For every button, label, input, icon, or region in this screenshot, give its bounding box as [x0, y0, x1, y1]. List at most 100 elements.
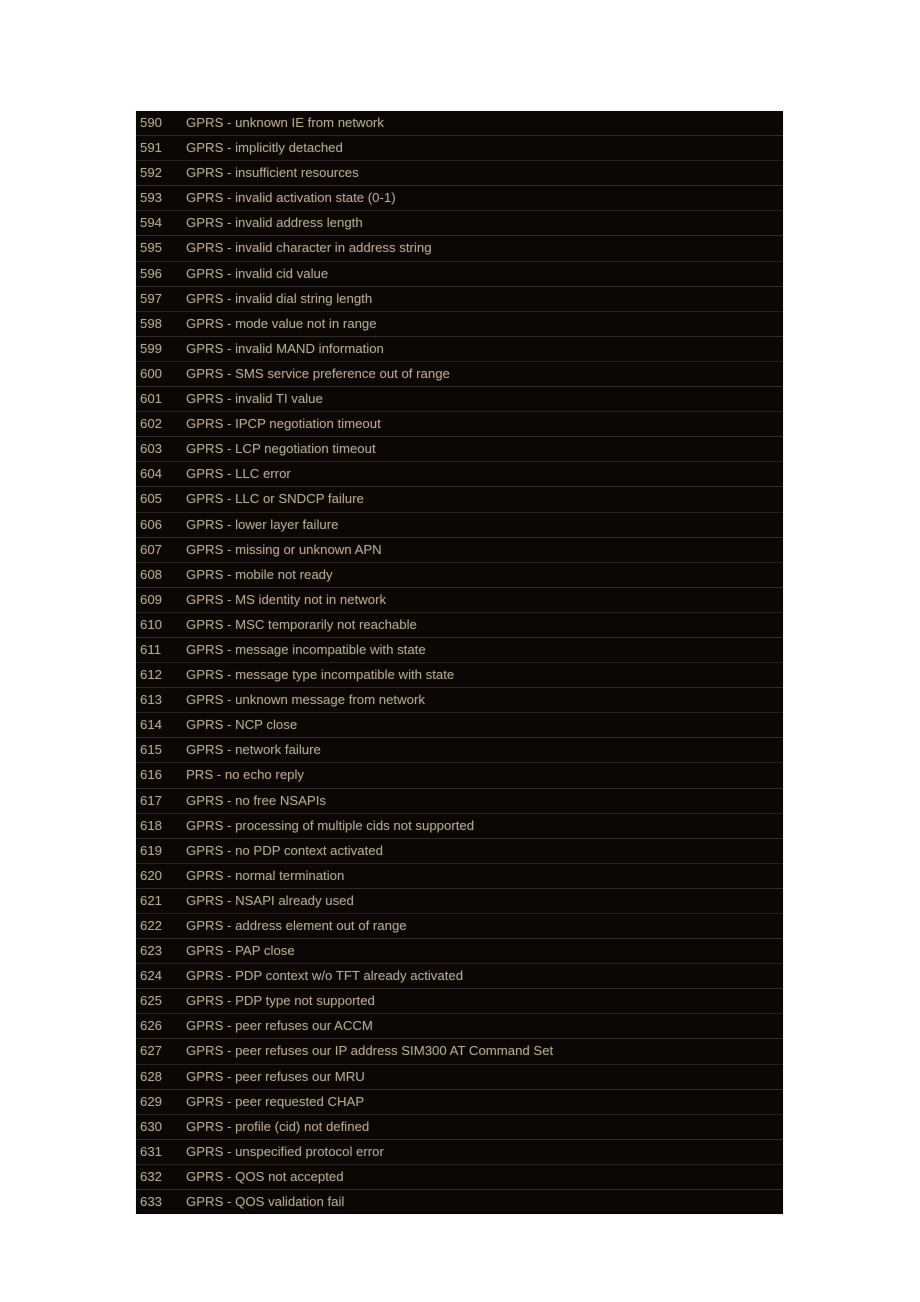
error-code-cell: 596 [136, 261, 176, 287]
error-description-cell: GPRS - invalid activation state (0-1) [176, 185, 783, 212]
table-row: 633 GPRS - QOS validation fail [136, 1189, 783, 1215]
error-description-cell: GPRS - IPCP negotiation timeout [176, 411, 783, 438]
table-row: 629 GPRS - peer requested CHAP [136, 1089, 783, 1115]
error-description-cell: GPRS - mode value not in range [176, 311, 783, 337]
table-row: 615 GPRS - network failure [136, 737, 783, 764]
table-row: 610 GPRS - MSC temporarily not reachable [136, 612, 783, 638]
error-description-cell: GPRS - LCP negotiation timeout [176, 436, 783, 463]
table-row: 600 GPRS - SMS service preference out of … [136, 361, 783, 388]
table-row: 596 GPRS - invalid cid value [136, 261, 783, 287]
table-row: 614 GPRS - NCP close [136, 712, 783, 739]
table-row: 622 GPRS - address element out of range [136, 913, 783, 940]
error-code-cell: 617 [136, 788, 176, 814]
table-row: 626 GPRS - peer refuses our ACCM [136, 1013, 783, 1040]
error-code-cell: 603 [136, 436, 176, 463]
error-code-cell: 623 [136, 938, 176, 965]
error-code-cell: 597 [136, 286, 176, 312]
error-code-cell: 601 [136, 386, 176, 413]
error-description-cell: GPRS - missing or unknown APN [176, 537, 783, 563]
error-code-cell: 615 [136, 737, 176, 764]
error-description-cell: GPRS - peer refuses our ACCM [176, 1013, 783, 1040]
error-description-cell: GPRS - implicitly detached [176, 135, 783, 162]
error-description-cell: PRS - no echo reply [176, 762, 783, 789]
error-code-table-element: 590 GPRS - unknown IE from network 591 GPRS… [136, 111, 783, 1215]
table-row: 621 GPRS - NSAPI already used [136, 888, 783, 915]
error-code-cell: 610 [136, 612, 176, 638]
error-code-cell: 594 [136, 210, 176, 237]
table-row: 594 GPRS - invalid address length [136, 210, 783, 237]
error-description-cell: GPRS - no PDP context activated [176, 838, 783, 864]
error-description-cell: GPRS - MSC temporarily not reachable [176, 612, 783, 638]
table-row: 619 GPRS - no PDP context activated [136, 838, 783, 864]
error-code-cell: 620 [136, 863, 176, 889]
error-description-cell: GPRS - peer requested CHAP [176, 1089, 783, 1115]
error-code-cell: 616 [136, 762, 176, 789]
error-description-cell: GPRS - SMS service preference out of ran… [176, 361, 783, 388]
error-description-cell: GPRS - message incompatible with state [176, 637, 783, 664]
table-row: 618 GPRS - processing of multiple cids no… [136, 813, 783, 839]
error-description-cell: GPRS - LLC or SNDCP failure [176, 486, 783, 513]
error-code-cell: 605 [136, 486, 176, 513]
table-row: 608 GPRS - mobile not ready [136, 562, 783, 588]
table-row: 609 GPRS - MS identity not in network [136, 587, 783, 613]
table-row: 599 GPRS - invalid MAND information [136, 336, 783, 362]
error-description-cell: GPRS - unspecified protocol error [176, 1139, 783, 1165]
error-description-cell: GPRS - PDP type not supported [176, 988, 783, 1015]
document-page: 590 GPRS - unknown IE from network 591 GPRS… [0, 0, 920, 1302]
table-row: 625 GPRS - PDP type not supported [136, 988, 783, 1015]
error-code-cell: 609 [136, 587, 176, 613]
table-row: 620 GPRS - normal termination [136, 863, 783, 889]
error-description-cell: GPRS - peer refuses our IP address SIM30… [176, 1038, 783, 1065]
error-code-cell: 621 [136, 888, 176, 915]
error-code-cell: 598 [136, 311, 176, 337]
error-description-cell: GPRS - mobile not ready [176, 562, 783, 588]
table-row: 630 GPRS - profile (cid) not defined [136, 1114, 783, 1140]
error-description-cell: GPRS - no free NSAPIs [176, 788, 783, 814]
error-description-cell: GPRS - NSAPI already used [176, 888, 783, 915]
error-description-cell: GPRS - lower layer failure [176, 512, 783, 538]
error-description-cell: GPRS - normal termination [176, 863, 783, 889]
error-code-cell: 622 [136, 913, 176, 940]
table-row: 623 GPRS - PAP close [136, 938, 783, 965]
error-code-cell: 595 [136, 235, 176, 262]
table-row: 628 GPRS - peer refuses our MRU [136, 1064, 783, 1090]
error-code-cell: 591 [136, 135, 176, 162]
table-row: 606 GPRS - lower layer failure [136, 512, 783, 538]
error-description-cell: GPRS - LLC error [176, 461, 783, 488]
error-code-cell: 604 [136, 461, 176, 488]
error-code-cell: 618 [136, 813, 176, 839]
error-code-cell: 607 [136, 537, 176, 563]
table-row: 611 GPRS - message incompatible with stat… [136, 637, 783, 664]
error-code-cell: 631 [136, 1139, 176, 1165]
error-code-cell: 602 [136, 411, 176, 438]
table-row: 592 GPRS - insufficient resources [136, 160, 783, 187]
error-code-cell: 628 [136, 1064, 176, 1090]
error-description-cell: GPRS - QOS validation fail [176, 1189, 783, 1215]
error-description-cell: GPRS - invalid dial string length [176, 286, 783, 312]
error-code-cell: 630 [136, 1114, 176, 1140]
table-row: 603 GPRS - LCP negotiation timeout [136, 436, 783, 463]
error-code-cell: 629 [136, 1089, 176, 1115]
table-row: 617 GPRS - no free NSAPIs [136, 788, 783, 814]
error-description-cell: GPRS - unknown message from network [176, 687, 783, 714]
error-code-cell: 599 [136, 336, 176, 362]
error-description-cell: GPRS - peer refuses our MRU [176, 1064, 783, 1090]
error-code-cell: 612 [136, 662, 176, 689]
table-row: 604 GPRS - LLC error [136, 461, 783, 488]
error-description-cell: GPRS - QOS not accepted [176, 1164, 783, 1191]
table-row: 627 GPRS - peer refuses our IP address SI… [136, 1038, 783, 1065]
table-row: 602 GPRS - IPCP negotiation timeout [136, 411, 783, 438]
table-row: 598 GPRS - mode value not in range [136, 311, 783, 337]
table-row: 605 GPRS - LLC or SNDCP failure [136, 486, 783, 513]
error-code-cell: 627 [136, 1038, 176, 1065]
error-description-cell: GPRS - insufficient resources [176, 160, 783, 187]
table-row: 597 GPRS - invalid dial string length [136, 286, 783, 312]
error-description-cell: GPRS - invalid address length [176, 210, 783, 237]
error-description-cell: GPRS - processing of multiple cids not s… [176, 813, 783, 839]
table-row: 601 GPRS - invalid TI value [136, 386, 783, 413]
error-code-cell: 611 [136, 637, 176, 664]
table-row: 616 PRS - no echo reply [136, 762, 783, 789]
error-description-cell: GPRS - invalid MAND information [176, 336, 783, 362]
error-description-cell: GPRS - address element out of range [176, 913, 783, 940]
error-code-cell: 619 [136, 838, 176, 864]
